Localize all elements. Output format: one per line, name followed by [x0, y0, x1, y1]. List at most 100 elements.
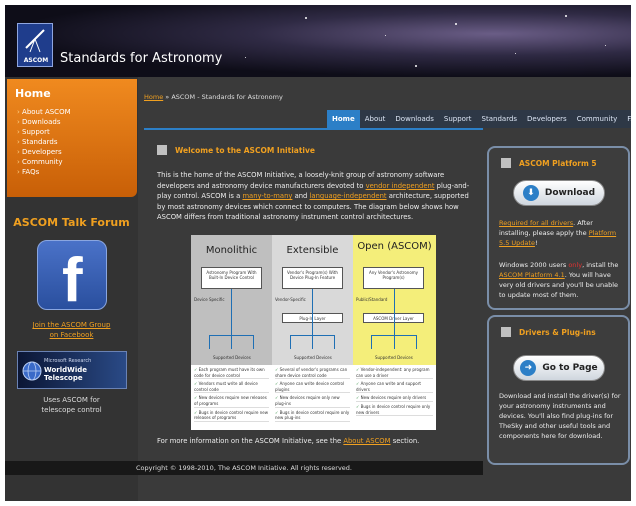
panel-text: ! — [534, 239, 538, 247]
diagram-column-extensible: Extensible Vendor's Program(s) With Devi… — [272, 235, 353, 365]
about-ascom-link[interactable]: About ASCOM — [343, 437, 390, 445]
sidebar-link-support[interactable]: Support — [17, 127, 71, 137]
platform41-link[interactable]: ASCOM Platform 4.1 — [499, 271, 565, 279]
diagram-bullet: Each program must have its own code for … — [194, 367, 269, 380]
more-info-end: section. — [390, 437, 420, 445]
diagram-layer-label: Vendor-Specific — [275, 297, 306, 302]
nav-about[interactable]: About — [359, 110, 391, 128]
star — [245, 57, 246, 58]
drivers-panel-heading: Drivers & Plug-ins — [501, 327, 596, 337]
diagram-connector — [312, 289, 313, 349]
welcome-title: Welcome to the ASCOM Initiative — [175, 145, 315, 155]
diagram-program-box: Astronomy Program With Built-In Device C… — [201, 267, 262, 289]
platform-panel-text: Required for all drivers. After installi… — [499, 218, 623, 248]
diagram-devices-label: Supported Devices — [294, 355, 332, 360]
ascom-logo[interactable]: ASCOM — [17, 23, 53, 67]
download-button-label: Download — [544, 188, 596, 198]
diagram-bullet: Bugs in device control require only new … — [356, 404, 433, 417]
architecture-diagram: Monolithic Astronomy Program With Built-… — [191, 235, 436, 430]
more-info-text: For more information on the ASCOM Initia… — [157, 437, 419, 445]
nav-standards[interactable]: Standards — [476, 110, 523, 128]
facebook-link-line1: Join the ASCOM Group — [32, 321, 111, 329]
diagram-connector — [209, 335, 210, 349]
diagram-connector — [394, 289, 395, 349]
footer: Copyright © 1998-2010, The ASCOM Initiat… — [5, 461, 483, 475]
diagram-bullets-extensible: Several of vendor's programs can share d… — [272, 365, 353, 426]
nav-home[interactable]: Home — [327, 110, 360, 128]
go-to-page-label: Go to Page — [542, 363, 598, 373]
diagram-bullets-open: Vendor-independent: any program can use … — [353, 365, 436, 420]
square-bullet-icon — [157, 145, 167, 155]
square-bullet-icon — [501, 158, 511, 168]
platform-panel-title: ASCOM Platform 5 — [519, 158, 597, 168]
sidebar-link-developers[interactable]: Developers — [17, 147, 71, 157]
home-menu-title[interactable]: Home — [15, 87, 51, 100]
arrow-right-icon: ➜ — [520, 360, 537, 376]
sidebar-link-standards[interactable]: Standards — [17, 137, 71, 147]
breadcrumb: Home » ASCOM - Standards for Astronomy — [144, 93, 283, 101]
download-icon: ⬇ — [522, 185, 539, 201]
diagram-bullet: New devices require only new plug-ins — [275, 395, 350, 408]
left-sidebar: Home About ASCOM Downloads Support Stand… — [5, 77, 138, 501]
main-content: Welcome to the ASCOM Initiative This is … — [144, 128, 483, 461]
diagram-layer-label: Public/Standard — [356, 297, 388, 302]
sidebar-link-downloads[interactable]: Downloads — [17, 117, 71, 127]
diagram-connector — [416, 335, 417, 349]
sidebar-link-about[interactable]: About ASCOM — [17, 107, 71, 117]
drivers-panel-title: Drivers & Plug-ins — [519, 327, 596, 337]
worldwide-telescope-logo[interactable]: Microsoft Research WorldWide Telescope — [17, 351, 127, 389]
diagram-connector — [290, 335, 335, 336]
drivers-panel: Drivers & Plug-ins ➜ Go to Page Download… — [487, 315, 630, 465]
diagram-column-title: Open (ASCOM) — [357, 241, 432, 252]
only-highlight: only — [568, 261, 583, 269]
diagram-program-box: Any Vendor's Astronomy Program(s) — [363, 267, 424, 289]
star — [565, 15, 567, 17]
breadcrumb-home-link[interactable]: Home — [144, 93, 163, 101]
sidebar-link-community[interactable]: Community — [17, 157, 71, 167]
sidebar-link-faqs[interactable]: FAQs — [17, 167, 71, 177]
many-to-many-link[interactable]: many-to-many — [242, 192, 292, 200]
nav-faqs[interactable]: FAQs — [622, 110, 631, 128]
platform-panel: ASCOM Platform 5 ⬇ Download Required for… — [487, 146, 630, 310]
facebook-group-link[interactable]: Join the ASCOM Group on Facebook — [15, 320, 128, 340]
facebook-icon[interactable]: f — [37, 240, 107, 315]
nav-developers[interactable]: Developers — [522, 110, 572, 128]
diagram-program-box: Vendor's Program(s) With Device Plug-In … — [282, 267, 343, 289]
windows2000-note: Windows 2000 users only, install the ASC… — [499, 260, 623, 300]
top-nav: Home About Downloads Support Standards D… — [327, 110, 631, 128]
site-title: Standards for Astronomy — [60, 51, 223, 66]
nav-downloads[interactable]: Downloads — [390, 110, 439, 128]
header-banner: ASCOM Standards for Astronomy — [5, 5, 631, 77]
go-to-page-button[interactable]: ➜ Go to Page — [513, 355, 605, 381]
drivers-panel-text: Download and install the driver(s) for y… — [499, 392, 621, 440]
vendor-independent-link[interactable]: vendor independent — [366, 182, 435, 190]
intro-text: and — [292, 192, 310, 200]
diagram-bullet: Vendors must write all device control co… — [194, 381, 269, 394]
star — [455, 23, 457, 25]
more-info-lead: For more information on the ASCOM Initia… — [157, 437, 344, 445]
diagram-layer-label: Device Specific — [194, 297, 225, 302]
wwt-small-label: Microsoft Research — [44, 358, 92, 364]
diagram-connector — [253, 335, 254, 349]
diagram-connector — [371, 335, 372, 349]
diagram-bullet: New devices require new releases of prog… — [194, 395, 269, 408]
nav-support[interactable]: Support — [438, 110, 477, 128]
talk-forum-title: ASCOM Talk Forum — [13, 216, 130, 229]
diagram-bullet: Bugs in device control require only new … — [275, 410, 350, 422]
required-drivers-link[interactable]: Required for all drivers — [499, 219, 573, 227]
globe-icon — [22, 361, 42, 381]
nav-community[interactable]: Community — [571, 110, 623, 128]
star — [385, 35, 386, 36]
diagram-bullet: Bugs in device control require new relea… — [194, 410, 269, 422]
diagram-connector — [290, 335, 291, 349]
square-bullet-icon — [501, 327, 511, 337]
diagram-devices-label: Supported Devices — [375, 355, 413, 360]
facebook-link-line2: on Facebook — [49, 331, 94, 339]
intro-paragraph: This is the home of the ASCOM Initiative… — [157, 170, 477, 223]
diagram-column-monolithic: Monolithic Astronomy Program With Built-… — [191, 235, 272, 365]
diagram-column-open: Open (ASCOM) Any Vendor's Astronomy Prog… — [353, 235, 436, 365]
language-independent-link[interactable]: language-independent — [310, 192, 387, 200]
diagram-column-title: Extensible — [286, 245, 339, 256]
diagram-connector — [334, 335, 335, 349]
download-button[interactable]: ⬇ Download — [513, 180, 605, 206]
